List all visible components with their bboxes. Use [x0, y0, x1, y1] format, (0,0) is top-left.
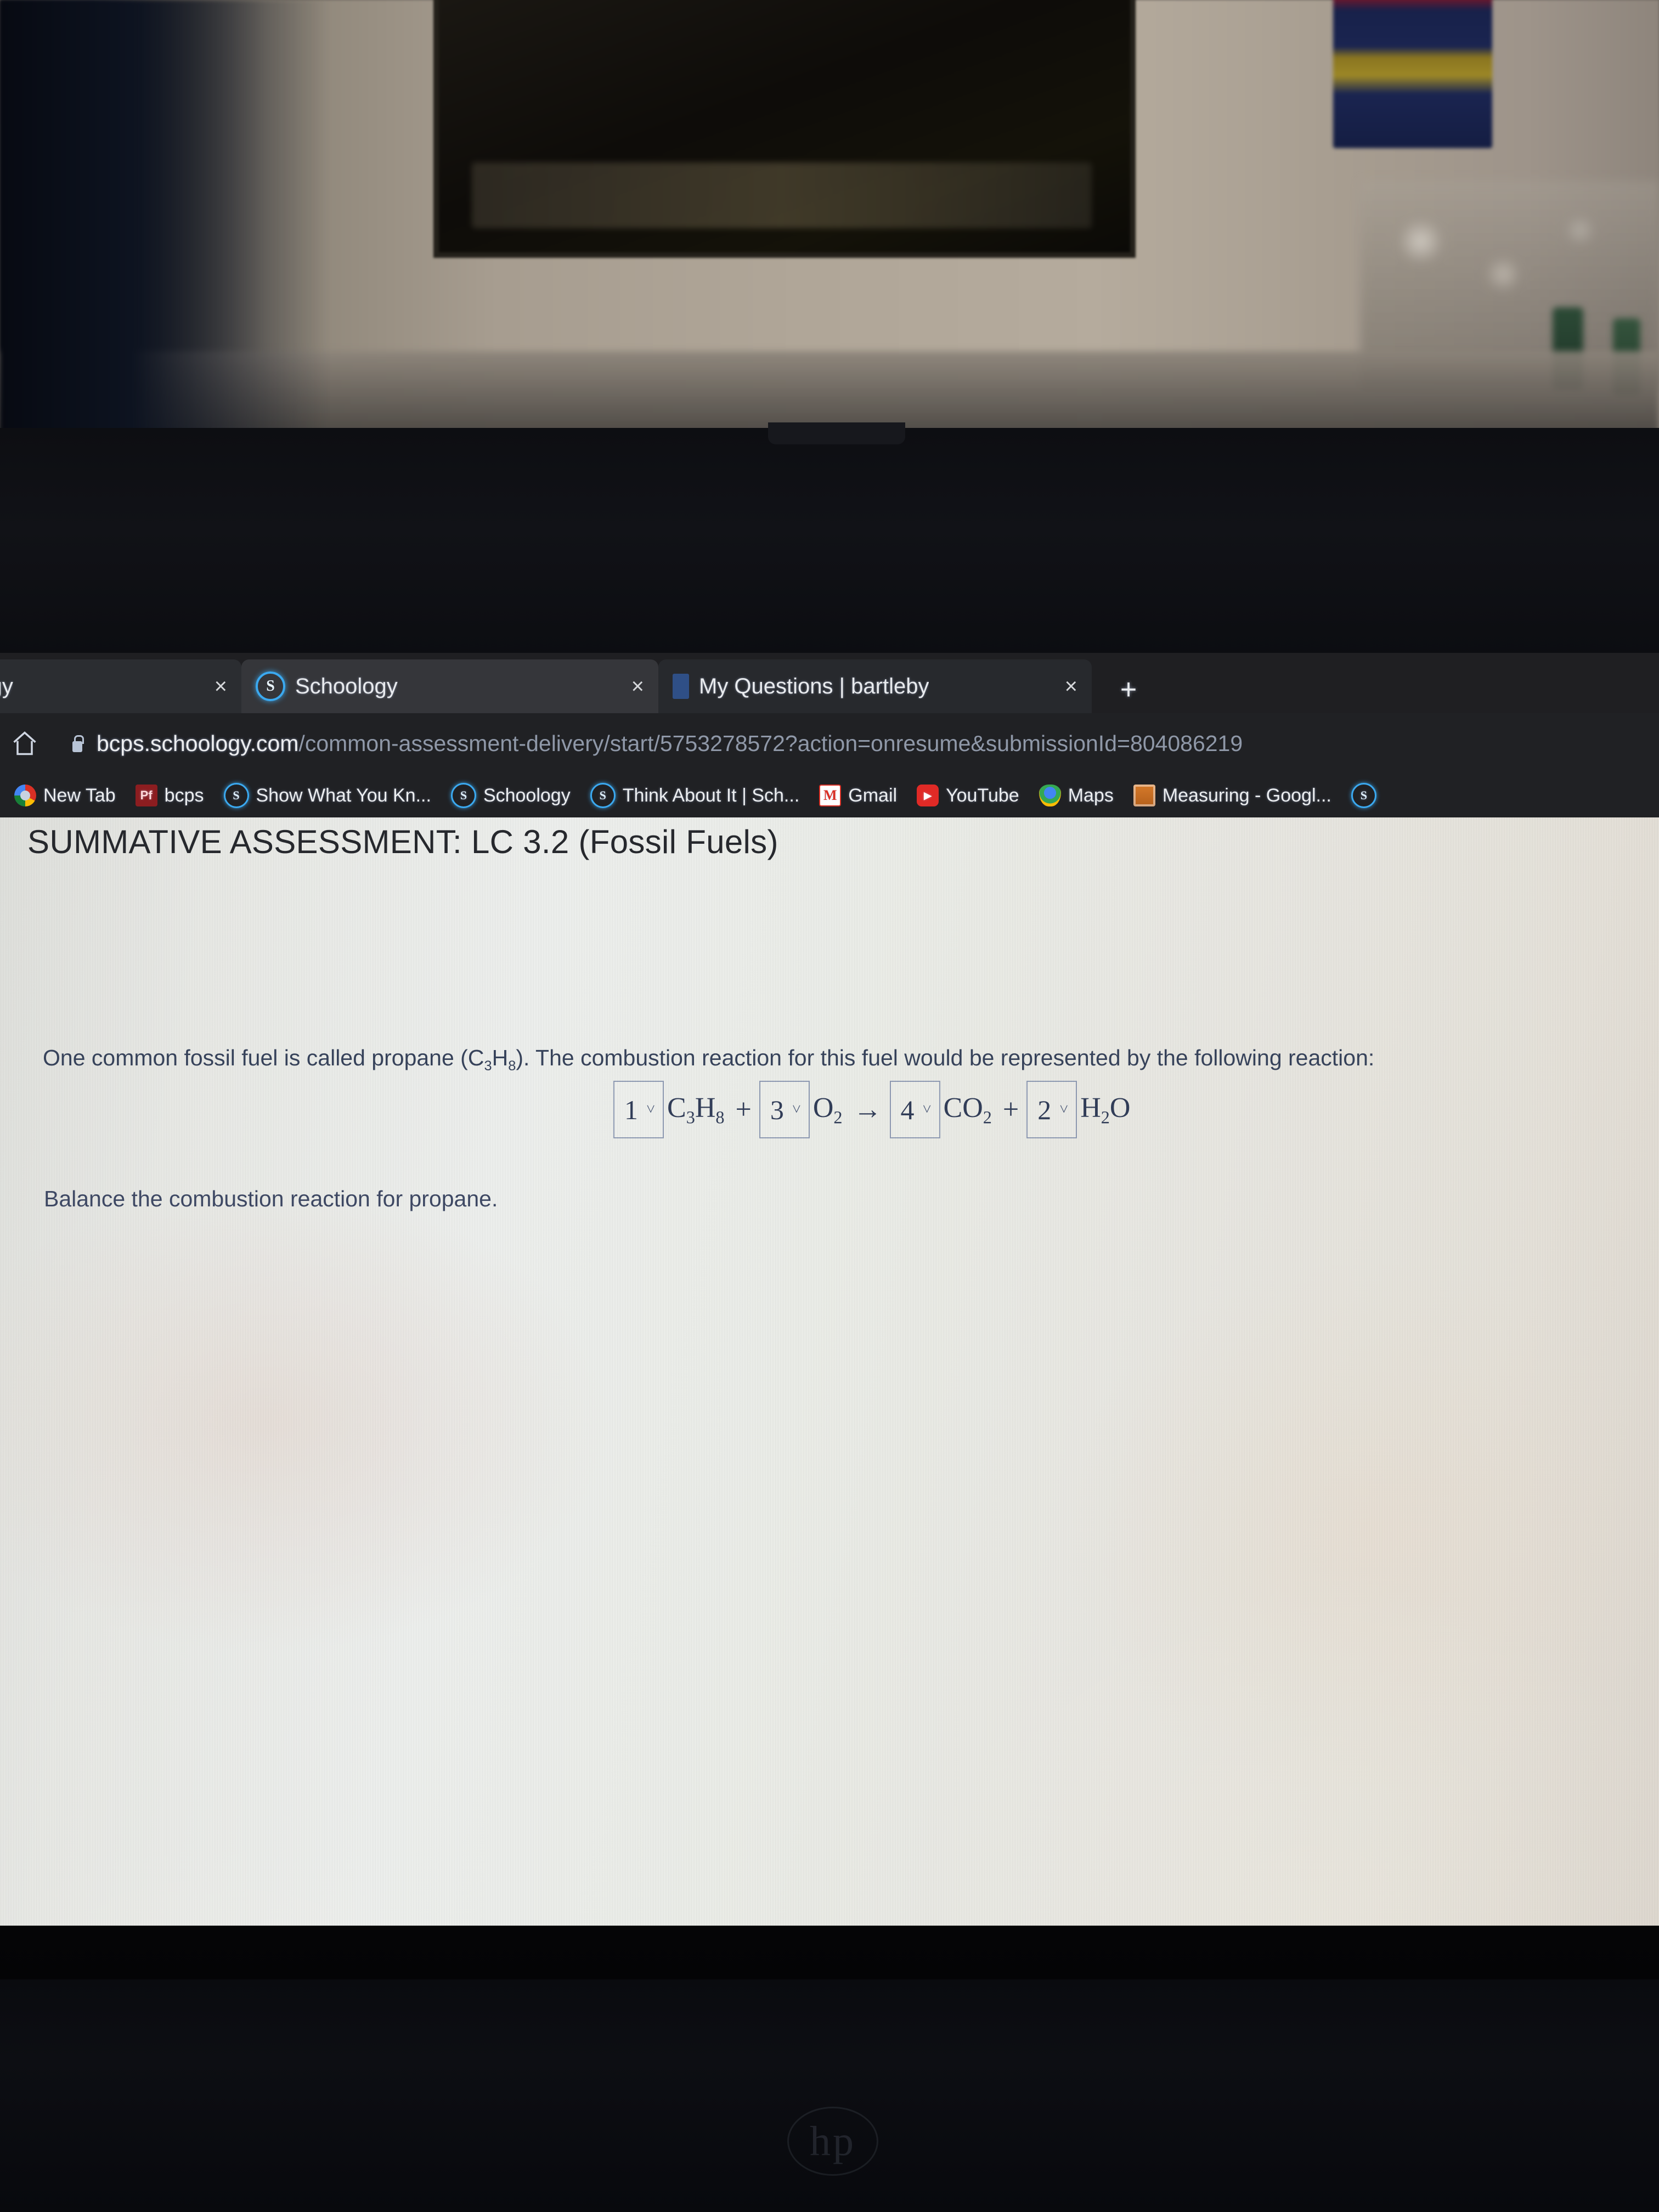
coefficient-select-c3h8-value: 1 [624, 1094, 638, 1125]
operator-plus-2: + [1002, 1094, 1019, 1125]
formula-c3h8: C3H8 [667, 1092, 725, 1127]
formula-h2o: H2O [1080, 1092, 1131, 1127]
schoology-icon: S [450, 783, 476, 808]
coefficient-select-o2[interactable]: 3 ˅ [759, 1081, 810, 1138]
coefficient-select-h2o[interactable]: 2 ˅ [1026, 1081, 1077, 1138]
bookmark-bcps-label: bcps [164, 785, 204, 806]
browser-tab-1[interactable]: S Schoology × [241, 659, 658, 713]
framed-picture-text-band [472, 162, 1092, 228]
chevron-down-icon: ˅ [646, 1101, 655, 1118]
maps-icon [1039, 785, 1061, 806]
dark-left-wall [0, 0, 329, 439]
wall-poster [1333, 0, 1492, 148]
schoology-icon: S [256, 672, 285, 701]
coefficient-select-co2-value: 4 [900, 1094, 915, 1125]
bookmark-youtube-label: YouTube [946, 785, 1019, 806]
url-host: bcps.schoology.com [97, 730, 299, 756]
coefficient-select-c3h8[interactable]: 1 ˅ [613, 1081, 664, 1138]
browser-tab-2[interactable]: My Questions | bartleby × [658, 659, 1092, 713]
operator-arrow: → [853, 1094, 882, 1125]
schoology-icon: S [1351, 783, 1376, 808]
browser-tab-1-title: Schoology [295, 674, 398, 698]
balancing-equation: 1 ˅ C3H8 + 3 ˅ O2 → 4 ˅ CO2 + 2 ˅ H2O [613, 1081, 1133, 1138]
bookmark-think-about-it[interactable]: S Think About It | Sch... [580, 774, 810, 817]
url-bar[interactable]: bcps.schoology.com/common-assessment-del… [97, 731, 1243, 757]
sheets-icon [1133, 785, 1155, 806]
bookmark-gmail[interactable]: M Gmail [809, 774, 907, 817]
bookmark-overflow[interactable]: S [1341, 774, 1386, 817]
bookmark-maps[interactable]: Maps [1029, 774, 1124, 817]
url-path: /common-assessment-delivery/start/575327… [298, 730, 1243, 756]
bookmark-show-what-you-know-label: Show What You Kn... [256, 785, 431, 806]
framed-picture [433, 0, 1136, 258]
hp-logo: hp [787, 2107, 878, 2176]
bookmark-new-tab-label: New Tab [43, 785, 116, 806]
webcam-notch [768, 422, 905, 444]
bookmark-show-what-you-know[interactable]: S Show What You Kn... [214, 774, 441, 817]
laptop-top-bezel [0, 428, 1659, 680]
schoology-icon: S [590, 783, 616, 808]
page-title: SUMMATIVE ASSESSMENT: LC 3.2 (Fossil Fue… [27, 823, 778, 860]
bookmark-bcps[interactable]: Pf bcps [126, 774, 214, 817]
home-icon[interactable] [5, 729, 44, 758]
bookmark-schoology-label: Schoology [483, 785, 571, 806]
laptop-screen: oology × S Schoology × My Questions | ba… [0, 653, 1659, 1926]
formula-o2: O2 [812, 1092, 843, 1127]
browser-tab-0-close-icon[interactable]: × [205, 675, 227, 697]
youtube-icon: ▶ [917, 785, 939, 806]
browser-tab-strip: oology × S Schoology × My Questions | ba… [0, 653, 1659, 713]
browser-tab-0-title: oology [0, 674, 13, 698]
coefficient-select-h2o-value: 2 [1037, 1094, 1052, 1125]
new-tab-button[interactable]: + [1114, 675, 1143, 707]
browser-tab-2-close-icon[interactable]: × [1055, 675, 1077, 697]
operator-plus-1: + [735, 1094, 752, 1125]
assessment-page: SUMMATIVE ASSESSMENT: LC 3.2 (Fossil Fue… [0, 817, 1659, 1926]
gmail-icon: M [819, 785, 842, 806]
bookmark-think-about-it-label: Think About It | Sch... [622, 785, 800, 806]
pf-icon: Pf [135, 785, 157, 806]
laptop-bottom-bezel [0, 1979, 1659, 2212]
coefficient-select-co2[interactable]: 4 ˅ [889, 1081, 940, 1138]
browser-tab-1-close-icon[interactable]: × [622, 675, 644, 697]
chevron-down-icon: ˅ [922, 1101, 932, 1118]
bookmark-maps-label: Maps [1068, 785, 1114, 806]
bookmarks-bar: New Tab Pf bcps S Show What You Kn... S … [0, 774, 1659, 817]
chevron-down-icon: ˅ [1059, 1101, 1069, 1118]
formula-co2: CO2 [943, 1092, 992, 1127]
chrome-icon [14, 785, 36, 806]
bookmark-measuring[interactable]: Measuring - Googl... [1124, 774, 1341, 817]
omnibox-row: bcps.schoology.com/common-assessment-del… [0, 713, 1659, 774]
question-text: One common fossil fuel is called propane… [43, 1045, 1375, 1074]
chevron-down-icon: ˅ [792, 1101, 801, 1118]
bookmark-new-tab[interactable]: New Tab [4, 774, 126, 817]
bartleby-icon [673, 674, 689, 699]
browser-tab-0[interactable]: oology × [0, 659, 241, 713]
bookmark-schoology[interactable]: S Schoology [441, 774, 580, 817]
instruction-text: Balance the combustion reaction for prop… [44, 1186, 498, 1211]
schoology-icon: S [223, 783, 249, 808]
bookmark-measuring-label: Measuring - Googl... [1162, 785, 1331, 806]
browser-tab-2-title: My Questions | bartleby [699, 674, 929, 698]
bookmark-youtube[interactable]: ▶ YouTube [907, 774, 1029, 817]
bookmark-gmail-label: Gmail [848, 785, 898, 806]
coefficient-select-o2-value: 3 [770, 1094, 784, 1125]
lock-icon[interactable] [70, 734, 84, 753]
